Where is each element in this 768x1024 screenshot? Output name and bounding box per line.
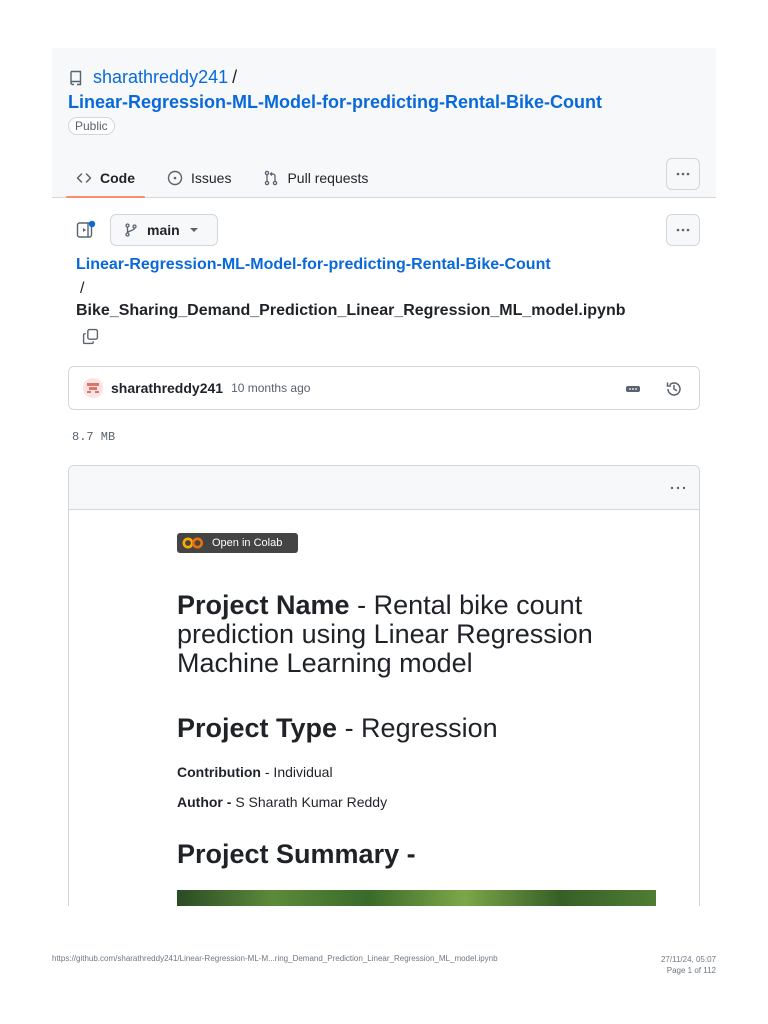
bike-photo-image: [177, 890, 656, 906]
pull-request-icon: [265, 170, 278, 186]
contribution-value: - Individual: [260, 764, 333, 780]
breadcrumb-repo-link[interactable]: Linear-Regression-ML-Model-for-predictin…: [76, 256, 551, 274]
repo-owner-link[interactable]: sharathreddy241: [93, 67, 228, 88]
repo-owner-line: sharathreddy241 /: [68, 67, 237, 88]
contribution-label: Contribution: [177, 764, 261, 780]
latest-commit-box: sharathreddy241 10 months ago: [68, 366, 700, 410]
chevron-down-icon: [189, 228, 198, 232]
side-panel-toggle-icon[interactable]: [76, 220, 96, 240]
project-name-heading: Project Name - Rental bike count predict…: [177, 591, 657, 678]
visibility-badge: Public: [68, 117, 115, 135]
author-value: S Sharath Kumar Reddy: [231, 794, 388, 810]
project-type-label: Project Type: [177, 713, 338, 743]
commit-message-toggle-icon[interactable]: [625, 381, 641, 397]
code-icon: [76, 173, 92, 183]
repo-more-button[interactable]: [666, 158, 700, 190]
kebab-horizontal-icon: [676, 228, 690, 232]
commit-author[interactable]: sharathreddy241: [111, 380, 223, 396]
tab-pull-requests-label: Pull requests: [287, 170, 369, 186]
project-summary-heading: Project Summary -: [177, 840, 657, 869]
repo-name-link[interactable]: Linear-Regression-ML-Model-for-predictin…: [68, 92, 602, 113]
tab-issues[interactable]: Issues: [157, 158, 241, 198]
project-summary-label: Project Summary -: [177, 839, 416, 869]
issue-icon: [167, 170, 183, 186]
repo-separator: /: [232, 67, 238, 87]
author-line: Author - S Sharath Kumar Reddy: [177, 794, 387, 810]
footer-date-page: 27/11/24, 05:07 Page 1 of 112: [661, 954, 716, 976]
tab-code[interactable]: Code: [66, 158, 145, 198]
history-icon[interactable]: [665, 380, 683, 398]
breadcrumb-file-name: Bike_Sharing_Demand_Prediction_Linear_Re…: [76, 302, 626, 319]
kebab-horizontal-icon: [676, 172, 690, 176]
tab-issues-label: Issues: [191, 170, 232, 186]
repo-header: sharathreddy241 / Linear-Regression-ML-M…: [52, 48, 716, 198]
branch-select-button[interactable]: main: [110, 214, 218, 246]
contribution-line: Contribution - Individual: [177, 764, 333, 780]
commit-time[interactable]: 10 months ago: [231, 381, 310, 395]
tab-pull-requests[interactable]: Pull requests: [253, 158, 378, 198]
file-size: 8.7 MB: [72, 430, 116, 444]
file-content-box: Open in Colab Project Name - Rental bike…: [68, 465, 700, 906]
open-in-colab-badge[interactable]: Open in Colab: [177, 533, 298, 553]
footer-page-number: Page 1 of 112: [666, 966, 716, 975]
footer-datetime: 27/11/24, 05:07: [660, 955, 716, 964]
breadcrumb-separator: /: [80, 280, 85, 297]
branch-name: main: [147, 222, 180, 238]
project-name-label: Project Name: [177, 590, 350, 620]
repo-icon: [70, 70, 82, 85]
author-label: Author -: [177, 794, 232, 810]
file-header: [69, 466, 699, 510]
git-branch-icon: [125, 223, 137, 237]
colab-badge-label: Open in Colab: [212, 537, 283, 549]
tab-code-label: Code: [100, 170, 135, 186]
footer-url: https://github.com/sharathreddy241/Linea…: [52, 954, 498, 963]
project-type-value: - Regression: [337, 713, 498, 743]
colab-logo-icon: [182, 537, 203, 549]
copy-icon[interactable]: [82, 328, 99, 345]
project-type-heading: Project Type - Regression: [177, 714, 657, 743]
avatar[interactable]: [83, 378, 103, 398]
kebab-horizontal-icon[interactable]: [669, 480, 687, 496]
repo-nav: Code Issues Pull requests: [66, 158, 390, 198]
file-more-button[interactable]: [666, 214, 700, 246]
